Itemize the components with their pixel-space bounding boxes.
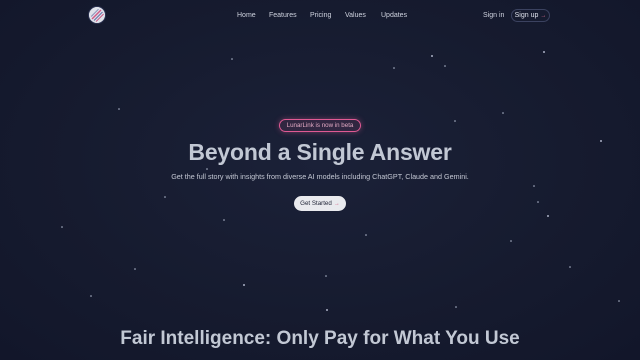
nav-link-updates[interactable]: Updates [381, 12, 407, 19]
star [90, 295, 92, 297]
star [543, 51, 545, 53]
nav-link-pricing[interactable]: Pricing [310, 12, 331, 19]
star [231, 58, 233, 60]
star [569, 266, 571, 268]
beta-badge-label: LunarLink is now in beta [286, 122, 354, 129]
nav-link-values[interactable]: Values [345, 12, 366, 19]
sign-up-button[interactable]: Sign up → [511, 9, 550, 22]
get-started-button[interactable]: Get Started → [294, 196, 346, 211]
landing-page: Home Features Pricing Values Updates Sig… [0, 0, 640, 360]
beta-badge[interactable]: LunarLink is now in beta [279, 119, 361, 132]
star [223, 219, 225, 221]
arrow-right-icon: → [333, 200, 340, 207]
star [134, 268, 136, 270]
sign-in-link[interactable]: Sign in [483, 12, 504, 19]
star [326, 309, 328, 311]
star [533, 185, 535, 187]
star [537, 201, 539, 203]
star [118, 108, 120, 110]
star [365, 234, 367, 236]
star [455, 306, 457, 308]
hero-title: Beyond a Single Answer [188, 139, 452, 165]
nav-link-features[interactable]: Features [269, 12, 297, 19]
star [454, 120, 456, 122]
sign-up-label: Sign up [514, 12, 539, 19]
star [393, 67, 395, 69]
pricing-section-title: Fair Intelligence: Only Pay for What You… [120, 328, 520, 349]
star [431, 55, 433, 57]
star [444, 65, 446, 67]
get-started-label: Get Started [300, 200, 332, 207]
nav-link-home[interactable]: Home [237, 12, 256, 19]
star [502, 112, 504, 114]
star [206, 168, 208, 170]
hero-subtitle: Get the full story with insights from di… [171, 172, 469, 181]
star [243, 284, 245, 286]
star [618, 300, 620, 302]
top-navigation: Home Features Pricing Values Updates Sig… [0, 0, 640, 34]
star [547, 215, 549, 217]
star [325, 275, 327, 277]
arrow-right-icon: → [540, 12, 547, 19]
star [510, 240, 512, 242]
star [61, 226, 63, 228]
star [164, 196, 166, 198]
